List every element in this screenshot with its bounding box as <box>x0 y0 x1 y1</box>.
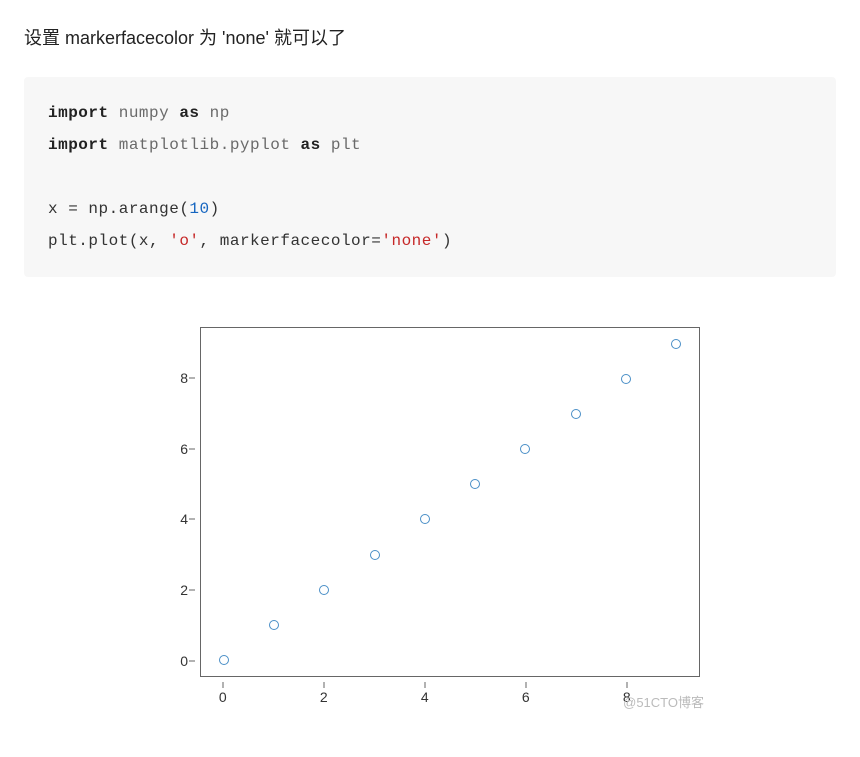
code-text: , markerfacecolor= <box>200 232 382 250</box>
code-kw: import <box>48 136 109 154</box>
x-axis-ticks: 0 2 4 6 8 <box>200 683 700 717</box>
data-marker <box>470 479 480 489</box>
data-marker <box>571 409 581 419</box>
code-alias: np <box>200 104 230 122</box>
data-marker <box>219 655 229 665</box>
y-tick-label: 4 <box>180 511 188 527</box>
intro-text: 设置 markerfacecolor 为 'none' 就可以了 <box>24 24 836 53</box>
chart-container: 02468 02468 @51CTO博客 <box>24 317 836 717</box>
code-kw: as <box>179 104 199 122</box>
data-marker <box>671 339 681 349</box>
x-tick-label: 2 <box>320 689 328 705</box>
code-text: plt.plot(x, <box>48 232 169 250</box>
y-tick-label: 6 <box>180 441 188 457</box>
data-marker <box>520 444 530 454</box>
data-marker <box>621 374 631 384</box>
y-tick-label: 0 <box>180 653 188 669</box>
x-tick-label: 6 <box>522 689 530 705</box>
plot-area <box>200 327 700 677</box>
code-kw: import <box>48 104 109 122</box>
data-marker <box>370 550 380 560</box>
data-marker <box>319 585 329 595</box>
code-text: x = np.arange( <box>48 200 189 218</box>
code-mod: numpy <box>109 104 180 122</box>
code-alias: plt <box>321 136 361 154</box>
x-tick-label: 0 <box>219 689 227 705</box>
x-tick-label: 4 <box>421 689 429 705</box>
data-marker <box>269 620 279 630</box>
code-kw: as <box>301 136 321 154</box>
x-tick-label: 8 <box>623 689 631 705</box>
scatter-chart: 02468 02468 @51CTO博客 <box>150 317 710 717</box>
code-str: 'none' <box>381 232 442 250</box>
code-mod: matplotlib.pyplot <box>109 136 301 154</box>
code-text: ) <box>210 200 220 218</box>
code-block: import numpy as np import matplotlib.pyp… <box>24 77 836 277</box>
code-str: 'o' <box>169 232 199 250</box>
y-tick-label: 2 <box>180 582 188 598</box>
data-marker <box>420 514 430 524</box>
y-axis-ticks: 0 2 4 6 8 <box>150 327 194 677</box>
y-tick-label: 8 <box>180 370 188 386</box>
code-num: 10 <box>189 200 209 218</box>
code-text: ) <box>442 232 452 250</box>
